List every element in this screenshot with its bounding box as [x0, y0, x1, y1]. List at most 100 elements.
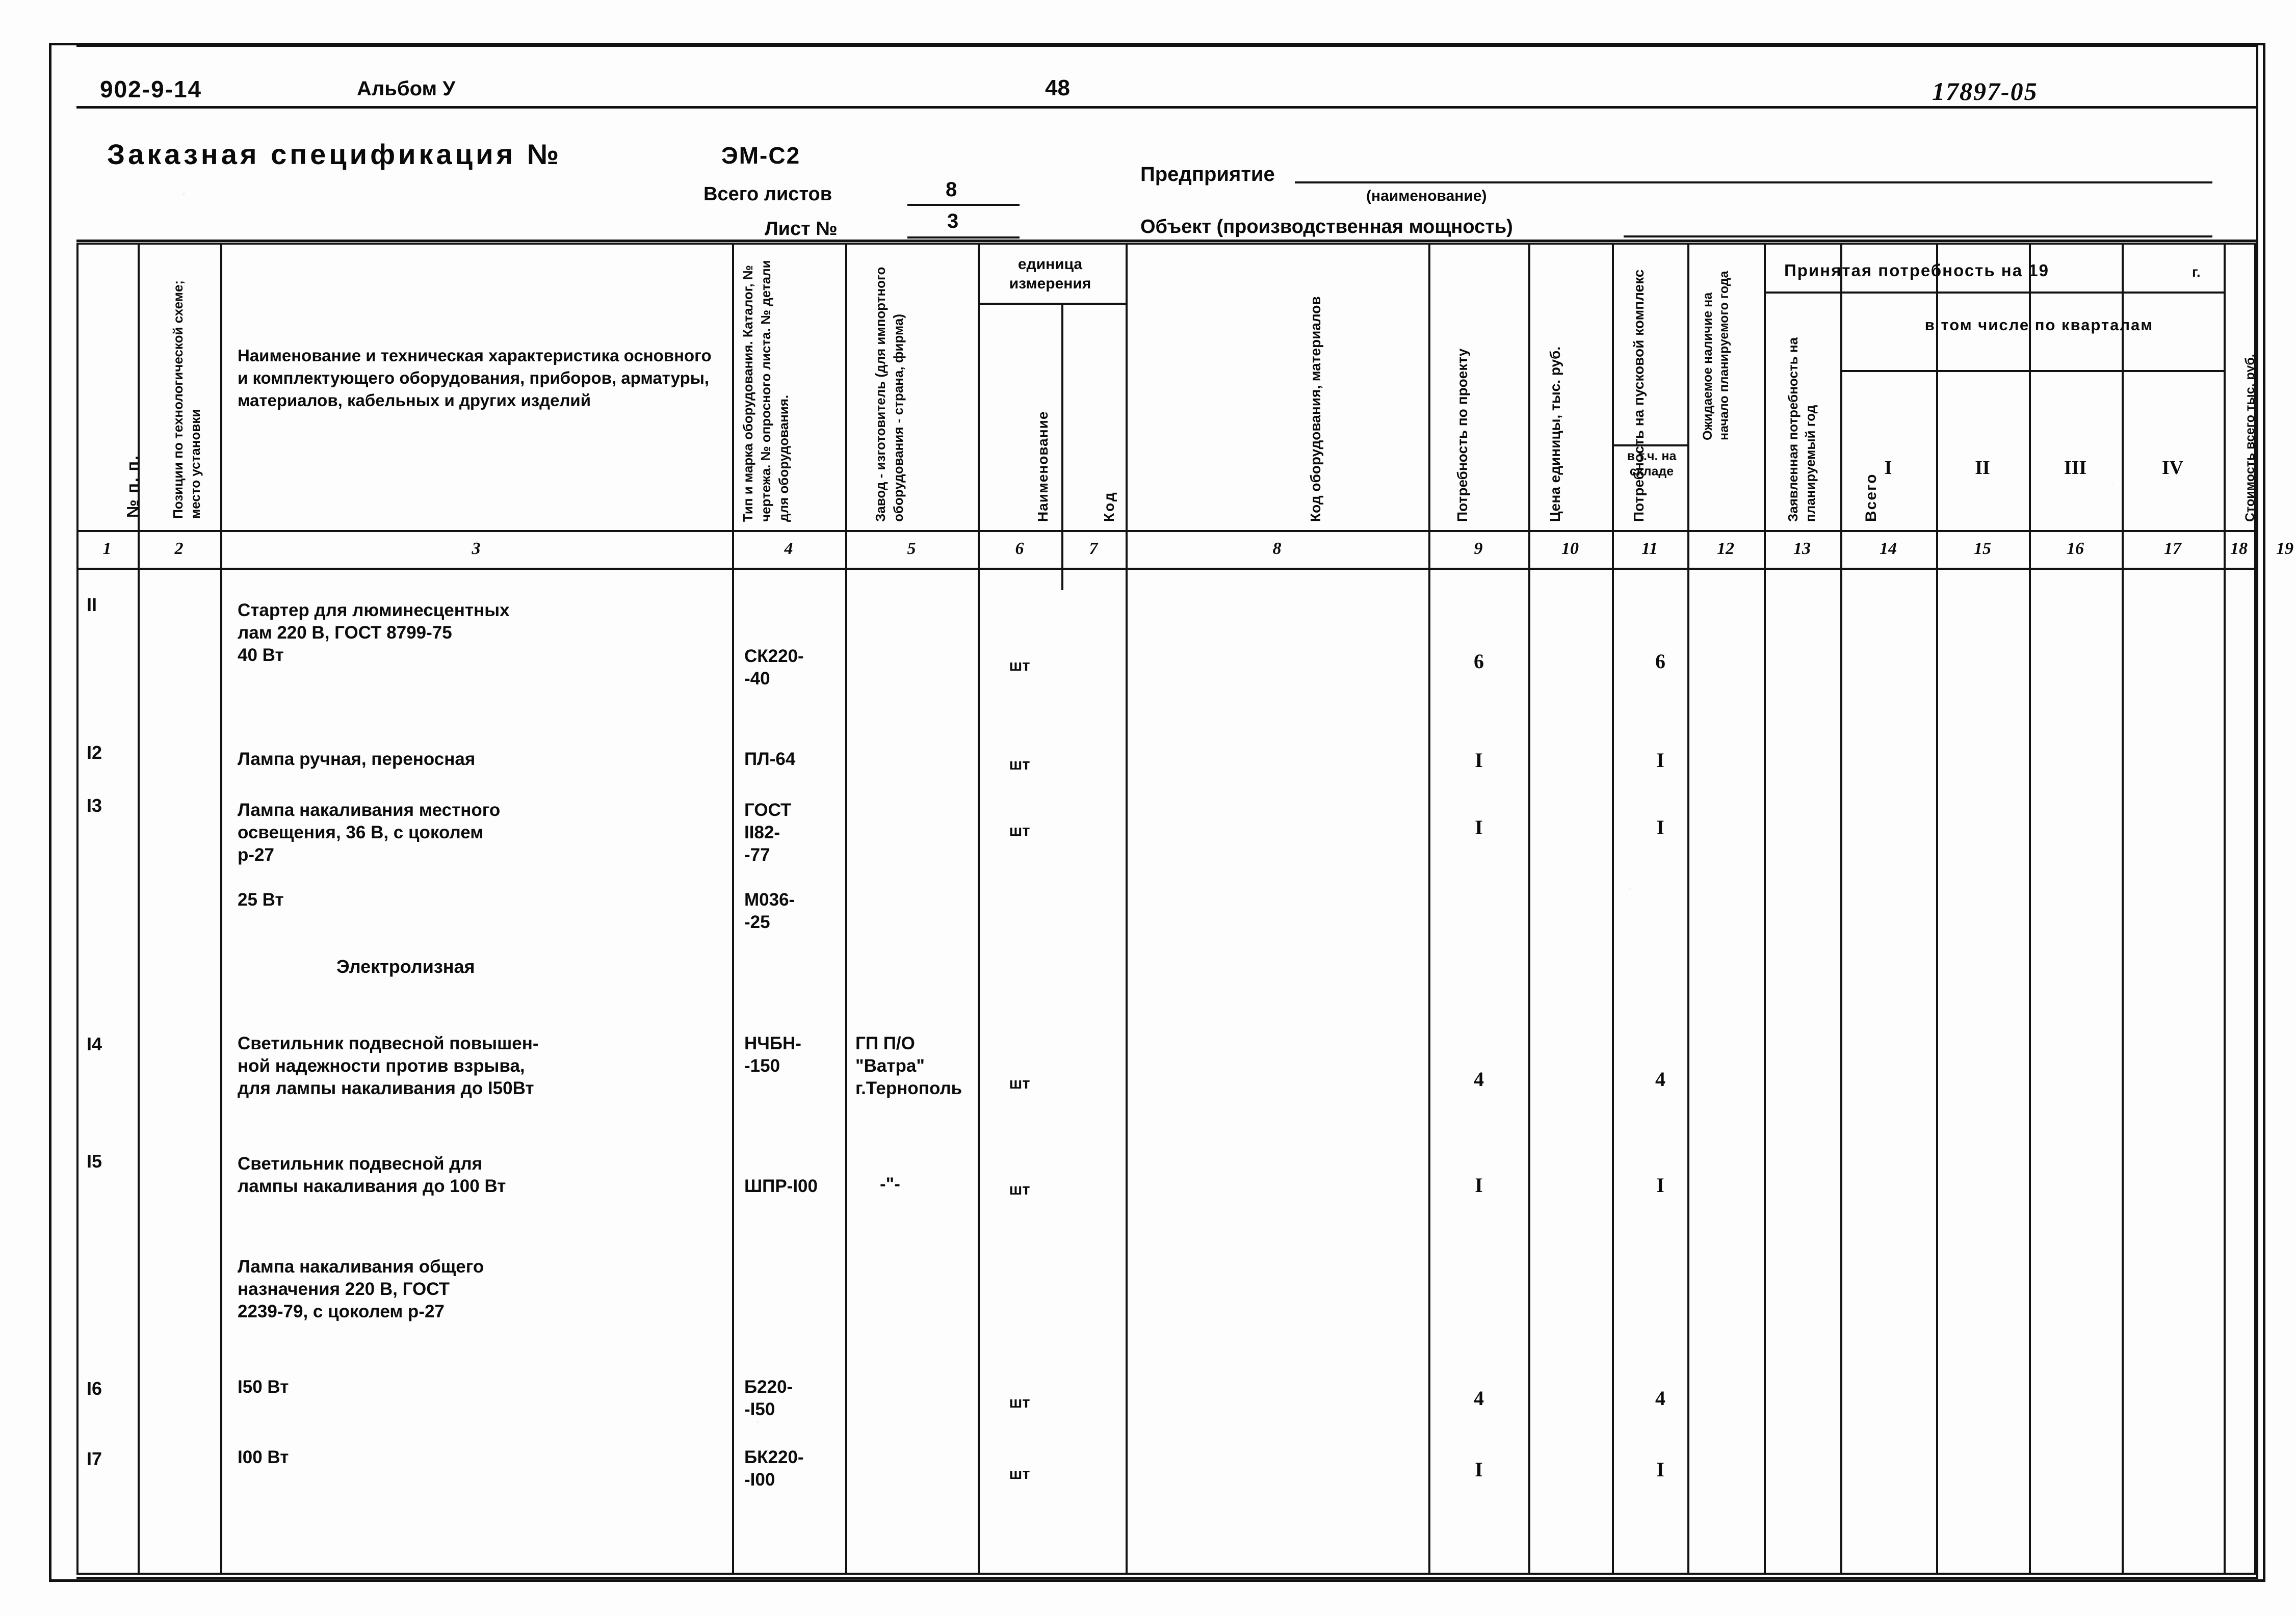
- table-row: I: [1475, 749, 1483, 772]
- col-border-9: [1528, 243, 1530, 1575]
- quarters-group-rule: [1840, 370, 2224, 372]
- col-header-equipment-code: Код оборудования, материалов: [1308, 296, 1323, 522]
- table-row: ШПР-I00: [744, 1176, 818, 1196]
- table-row: шт: [1009, 656, 1030, 674]
- total-sheets-label: Всего листов: [703, 183, 832, 205]
- total-sheets-underline: [907, 204, 1020, 206]
- colnum-4: 4: [784, 539, 793, 558]
- table-row: I50 Вт: [238, 1377, 289, 1397]
- colnum-17: 17: [2164, 539, 2181, 558]
- col-border-10: [1612, 243, 1614, 1575]
- table-row: I4: [87, 1034, 102, 1054]
- col-header-position: Позиции по технологической схеме; место …: [170, 280, 203, 519]
- colnum-6: 6: [1015, 539, 1024, 558]
- col-header-q4: IV: [2161, 457, 2184, 479]
- colnum-1: 1: [102, 539, 112, 558]
- document-code-right: 17897-05: [1932, 77, 2038, 105]
- table-row: Светильник подвесной повышен- ной надежн…: [238, 1034, 539, 1098]
- col-header-accepted-need-group: Принятая потребность на 19: [1784, 261, 2049, 280]
- table-row: шт: [1009, 1465, 1030, 1482]
- total-sheets-value: 8: [946, 178, 957, 201]
- col-header-name-spec: Наименование и техническая характеристик…: [238, 346, 712, 410]
- header-rule-top: [76, 106, 2256, 109]
- enterprise-label: Предприятие: [1140, 163, 1275, 186]
- col-header-total-cost: Стоимость всего тыс. руб.: [2243, 354, 2257, 522]
- col-border-16: [2122, 243, 2124, 1575]
- table-row: Лампа ручная, переносная: [238, 749, 476, 769]
- table-bottom-border: [76, 1573, 2256, 1575]
- sheet-number-underline: [907, 236, 1020, 239]
- table-row: Лампа накаливания местного освещения, 36…: [238, 800, 501, 910]
- section-heading: Электролизная: [336, 956, 475, 977]
- col-border-14: [1936, 243, 1938, 1575]
- table-row: ПЛ-64: [744, 749, 796, 769]
- table-row: шт: [1009, 1393, 1030, 1411]
- page-number: 48: [1045, 75, 1070, 100]
- document-code-left: 902-9-14: [100, 76, 202, 102]
- table-row: I5: [87, 1151, 102, 1172]
- table-row: I: [1656, 1458, 1664, 1481]
- table-row: I7: [87, 1448, 102, 1469]
- table-row: Стартер для люминесцентных лам 220 В, ГО…: [238, 600, 510, 665]
- accepted-need-group-rule: [1764, 292, 2224, 294]
- table-row: I: [1475, 1458, 1483, 1481]
- table-row: 4: [1474, 1387, 1484, 1410]
- enterprise-sublabel: (наименование): [1366, 188, 1487, 204]
- col-header-manufacturer: Завод - изготовитель (для импортного обо…: [873, 267, 906, 522]
- col-header-unit-price: Цена единицы, тыс. руб.: [1547, 346, 1563, 522]
- table-row: -"-: [880, 1174, 900, 1194]
- table-row: I: [1656, 1174, 1664, 1197]
- col-border-3: [732, 243, 734, 1575]
- table-row: шт: [1009, 755, 1030, 773]
- col-border-17: [2224, 243, 2226, 1575]
- table-row: 4: [1474, 1068, 1484, 1091]
- col-header-expected-stock: Ожидаемое наличие на начало планируемого…: [1701, 271, 1731, 440]
- col-border-15: [2029, 243, 2031, 1575]
- table-row: ГОСТ II82- -77 М036- -25: [744, 800, 795, 932]
- col-header-quarters-group: в том числе по кварталам: [1924, 316, 2154, 334]
- table-row: НЧБН- -150: [744, 1034, 801, 1076]
- colnum-14: 14: [1880, 539, 1897, 558]
- enterprise-fill-line: [1295, 181, 2212, 183]
- table-top-border: [76, 243, 2256, 245]
- col-border-7: [1126, 243, 1128, 1575]
- object-label: Объект (производственная мощность): [1140, 216, 1513, 237]
- colnum-16: 16: [2067, 539, 2084, 558]
- table-row: I2: [87, 742, 102, 763]
- colnum-15: 15: [1974, 539, 1991, 558]
- col-border-1: [138, 243, 140, 1575]
- col-border-8: [1428, 243, 1430, 1575]
- table-row: 6: [1474, 650, 1484, 673]
- specification-table: № п. п. Позиции по технологической схеме…: [76, 243, 2293, 1575]
- table-row: шт: [1009, 1180, 1030, 1198]
- table-row: I: [1475, 816, 1483, 839]
- table-row: Б220- -I50: [744, 1377, 793, 1419]
- table-row: I: [1475, 1174, 1483, 1197]
- col-border-0: [76, 243, 79, 1575]
- unit-group-rule: [978, 303, 1126, 305]
- table-row: шт: [1009, 1074, 1030, 1092]
- object-fill-line: [1624, 235, 2212, 237]
- col-header-q2: II: [1975, 457, 1990, 479]
- table-row: I00 Вт: [238, 1447, 289, 1467]
- specification-number: ЭМ-С2: [721, 142, 801, 169]
- sheet-number-label: Лист №: [765, 218, 838, 240]
- colnum-3: 3: [472, 539, 481, 558]
- col-header-q1: I: [1884, 457, 1892, 479]
- table-row: I6: [87, 1378, 102, 1399]
- table-row: I3: [87, 795, 102, 816]
- table-row: I: [1656, 816, 1664, 839]
- colnum-9: 9: [1474, 539, 1483, 558]
- colnum-13: 13: [1793, 539, 1811, 558]
- album-label: Альбом У: [357, 77, 456, 100]
- table-row: II: [87, 594, 97, 615]
- colnum-12: 12: [1717, 539, 1734, 558]
- col-header-q3: III: [2064, 457, 2087, 479]
- table-row: 4: [1655, 1387, 1665, 1410]
- table-row: ГП П/О "Ватра" г.Тернополь: [855, 1034, 962, 1098]
- table-row: 4: [1655, 1068, 1665, 1091]
- col-header-type-mark: Тип и марка оборудования. Каталог, № чер…: [740, 260, 791, 522]
- colnum-10: 10: [1561, 539, 1579, 558]
- col-border-4: [845, 243, 847, 1575]
- col-border-2: [220, 243, 222, 1575]
